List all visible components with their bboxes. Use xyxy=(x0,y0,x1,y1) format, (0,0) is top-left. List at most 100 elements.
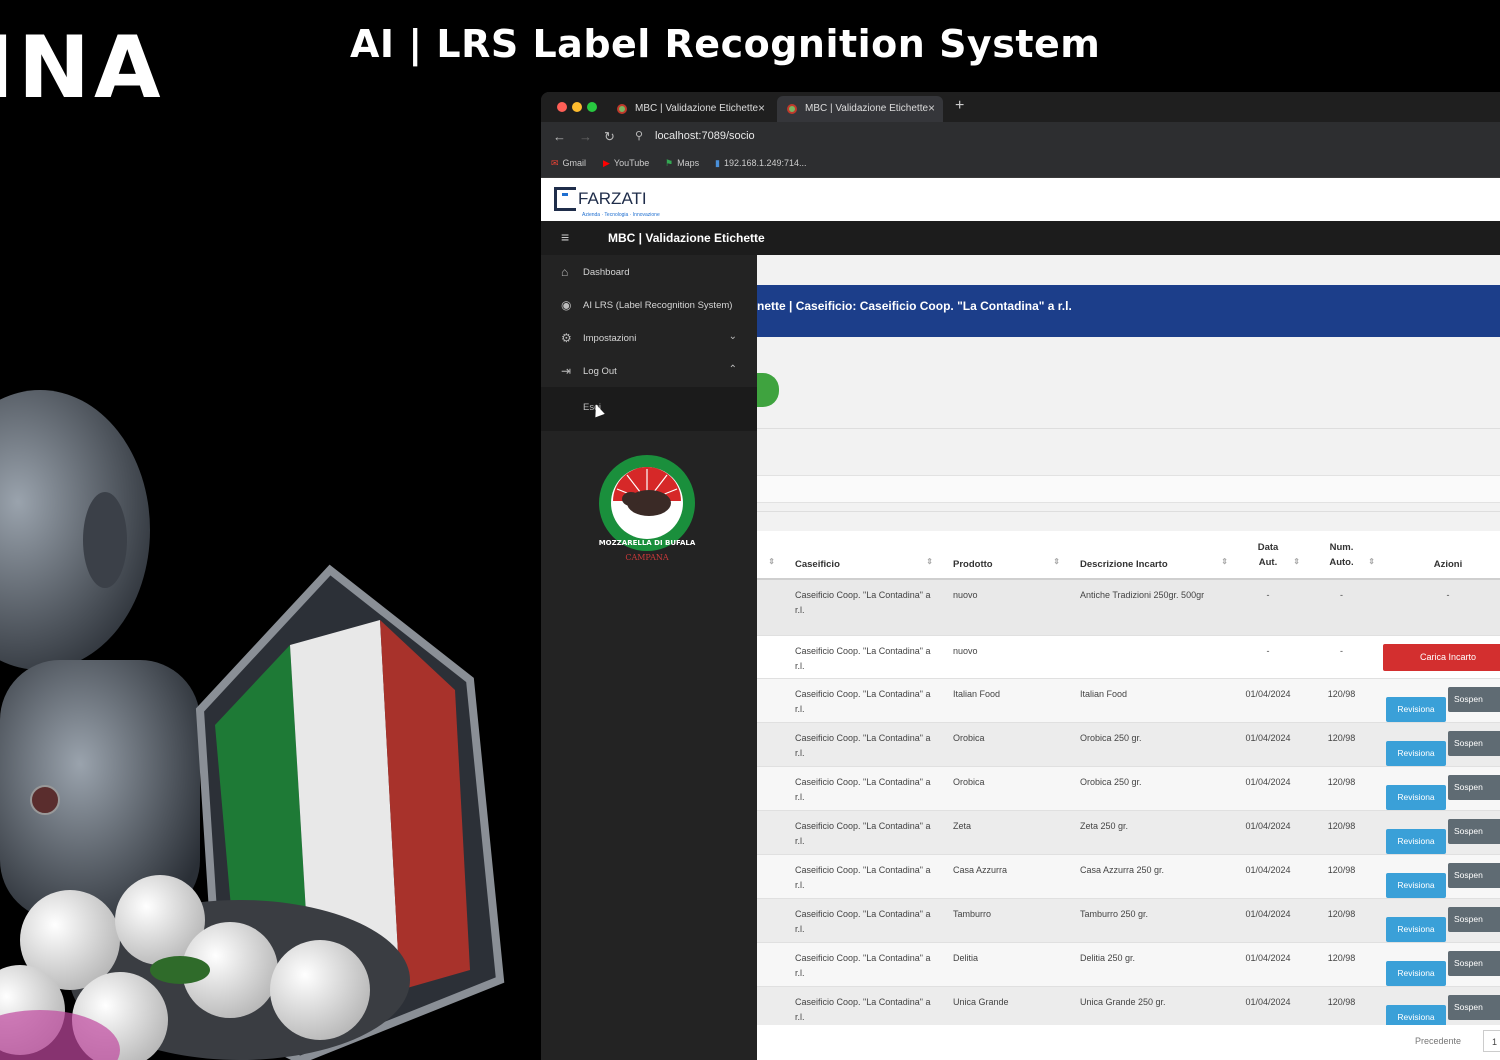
header-label: Prodotto xyxy=(953,559,993,570)
revisiona-button[interactable]: Revisiona xyxy=(1386,784,1446,810)
table-row[interactable]: Caseificio Coop. "La Contadina" a r.l. I… xyxy=(757,678,1500,723)
cell-num: 120/98 xyxy=(1304,854,1379,899)
previous-page-button[interactable]: Precedente xyxy=(1415,1036,1461,1046)
column-header-azioni[interactable]: Azioni xyxy=(1379,531,1500,580)
sidebar: ⌂ Dashboard ◉ AI LRS (Label Recognition … xyxy=(541,255,757,1060)
close-tab-icon[interactable]: × xyxy=(928,101,935,115)
table-row[interactable]: Caseificio Coop. "La Contadina" a r.l. n… xyxy=(757,635,1500,679)
brand-partial-text: INA xyxy=(0,18,165,118)
sidebar-item-ai-lrs[interactable]: ◉ AI LRS (Label Recognition System) xyxy=(541,288,757,321)
header-label: Num. Auto. xyxy=(1329,542,1354,568)
sidebar-item-label: Dashboard xyxy=(583,267,630,278)
cell-descrizione: Tamburro 250 gr. xyxy=(1064,898,1232,943)
favicon-icon xyxy=(617,104,627,114)
bookmark-ip[interactable]: ▮ 192.168.1.249:714... xyxy=(715,158,807,169)
bookmark-label: Maps xyxy=(677,158,700,168)
cell-data: 01/04/2024 xyxy=(1232,810,1304,855)
cell-caseificio: Caseificio Coop. "La Contadina" a r.l. xyxy=(779,854,937,899)
table-row[interactable]: Caseificio Coop. "La Contadina" a r.l. n… xyxy=(757,579,1500,636)
sospendi-button[interactable]: Sospen xyxy=(1448,686,1500,712)
column-header-prodotto[interactable]: Prodotto ⇕ xyxy=(937,531,1064,580)
column-header-descrizione[interactable]: Descrizione Incarto ⇕ xyxy=(1064,531,1232,580)
hamburger-menu-icon[interactable]: ≡ xyxy=(561,229,569,245)
chevron-down-icon: ⌄ xyxy=(728,331,737,342)
new-tab-button[interactable]: + xyxy=(955,97,964,115)
sospendi-button[interactable]: Sospen xyxy=(1448,774,1500,800)
video-title: AI | LRS Label Recognition System xyxy=(350,22,1101,66)
maps-pin-icon: ⚑ xyxy=(665,158,674,168)
sospendi-button[interactable]: Sospen xyxy=(1448,906,1500,932)
chevron-up-icon: ⌃ xyxy=(728,364,737,375)
sort-icon: ⇕ xyxy=(1221,557,1228,566)
cell-descrizione: Casa Azzurra 250 gr. xyxy=(1064,854,1232,899)
green-action-button[interactable] xyxy=(757,373,779,407)
sidebar-item-dashboard[interactable]: ⌂ Dashboard xyxy=(541,255,757,288)
cell-prodotto: Delitia xyxy=(937,942,1064,987)
labels-table: ⇕ Caseificio ⇕ Prodotto ⇕ Descrizione Inca… xyxy=(757,531,1500,1031)
divider xyxy=(757,428,1500,429)
revisiona-button[interactable]: Revisiona xyxy=(1386,828,1446,854)
table-row[interactable]: Caseificio Coop. "La Contadina" a r.l. O… xyxy=(757,766,1500,811)
revisiona-button[interactable]: Revisiona xyxy=(1386,696,1446,722)
table-row[interactable]: Caseificio Coop. "La Contadina" a r.l. C… xyxy=(757,854,1500,899)
cell-caseificio: Caseificio Coop. "La Contadina" a r.l. xyxy=(779,810,937,855)
site-settings-icon[interactable]: ⚲ xyxy=(635,129,643,142)
cell-caseificio: Caseificio Coop. "La Contadina" a r.l. xyxy=(779,722,937,767)
url-field[interactable]: localhost:7089/socio xyxy=(655,130,755,142)
reload-icon[interactable]: ↻ xyxy=(604,129,615,145)
farzati-logo[interactable]: FARZATI Azienda · Tecnologia · Innovazio… xyxy=(554,187,660,218)
forward-arrow-icon[interactable]: → xyxy=(579,129,592,144)
column-header-num[interactable]: Num. Auto. ⇕ xyxy=(1304,531,1379,580)
browser-tab-2[interactable]: MBC | Validazione Etichette × xyxy=(777,96,943,122)
table-row[interactable]: Caseificio Coop. "La Contadina" a r.l. Z… xyxy=(757,810,1500,855)
sospendi-button[interactable]: Sospen xyxy=(1448,818,1500,844)
home-icon: ⌂ xyxy=(561,265,569,279)
sospendi-button[interactable]: Sospen xyxy=(1448,994,1500,1020)
minimize-window-icon[interactable] xyxy=(572,102,582,112)
column-header-caseificio[interactable]: Caseificio ⇕ xyxy=(779,531,937,580)
cell-num: 120/98 xyxy=(1304,898,1379,943)
header-label: Data Aut. xyxy=(1257,542,1279,568)
close-tab-icon[interactable]: × xyxy=(758,101,765,115)
page-1-button[interactable]: 1 xyxy=(1483,1030,1500,1052)
revisiona-button[interactable]: Revisiona xyxy=(1386,872,1446,898)
maximize-window-icon[interactable] xyxy=(587,102,597,112)
table-row[interactable]: Caseificio Coop. "La Contadina" a r.l. T… xyxy=(757,898,1500,943)
cell-descrizione: Antiche Tradizioni 250gr. 500gr xyxy=(1064,579,1232,636)
close-window-icon[interactable] xyxy=(557,102,567,112)
table-row[interactable]: Caseificio Coop. "La Contadina" a r.l. U… xyxy=(757,986,1500,1031)
revisiona-button[interactable]: Revisiona xyxy=(1386,916,1446,942)
cell-num: - xyxy=(1304,635,1379,679)
revisiona-button[interactable]: Revisiona xyxy=(1386,960,1446,986)
back-arrow-icon[interactable]: ← xyxy=(553,129,566,144)
sort-icon: ⇕ xyxy=(768,557,775,566)
divider xyxy=(757,511,1500,512)
sidebar-item-logout[interactable]: ⇥ Log Out ⌃ xyxy=(541,354,757,387)
sidebar-item-impostazioni[interactable]: ⚙ Impostazioni ⌄ xyxy=(541,321,757,354)
column-header[interactable]: ⇕ xyxy=(757,531,779,580)
bookmark-youtube[interactable]: ▶ YouTube xyxy=(603,158,649,169)
sospendi-button[interactable]: Sospen xyxy=(1448,730,1500,756)
cell-descrizione: Italian Food xyxy=(1064,678,1232,723)
bookmark-label: YouTube xyxy=(613,158,650,168)
column-header-data[interactable]: Data Aut. ⇕ xyxy=(1232,531,1304,580)
bookmark-label: Gmail xyxy=(562,158,587,168)
carica-incarto-button[interactable]: Carica Incarto xyxy=(1383,643,1500,671)
table-row[interactable]: Caseificio Coop. "La Contadina" a r.l. D… xyxy=(757,942,1500,987)
browser-tab-1[interactable]: MBC | Validazione Etichette × xyxy=(607,96,773,122)
revisiona-button[interactable]: Revisiona xyxy=(1386,740,1446,766)
sospendi-button[interactable]: Sospen xyxy=(1448,862,1500,888)
cell-caseificio: Caseificio Coop. "La Contadina" a r.l. xyxy=(779,635,937,679)
sospendi-button[interactable]: Sospen xyxy=(1448,950,1500,976)
app-title-bar: ≡ MBC | Validazione Etichette xyxy=(541,221,1500,255)
bookmark-gmail[interactable]: ✉ Gmail xyxy=(551,158,586,169)
search-strip[interactable] xyxy=(757,475,1500,503)
bookmark-maps[interactable]: ⚑ Maps xyxy=(665,158,699,169)
cell-data: 01/04/2024 xyxy=(1232,898,1304,943)
table-header-row: ⇕ Caseificio ⇕ Prodotto ⇕ Descrizione Inca… xyxy=(757,531,1500,580)
cell-data: 01/04/2024 xyxy=(1232,678,1304,723)
cell-caseificio: Caseificio Coop. "La Contadina" a r.l. xyxy=(779,942,937,987)
logo-text: FARZATI xyxy=(578,189,647,208)
table-row[interactable]: Caseificio Coop. "La Contadina" a r.l. O… xyxy=(757,722,1500,767)
cell-num: 120/98 xyxy=(1304,986,1379,1031)
